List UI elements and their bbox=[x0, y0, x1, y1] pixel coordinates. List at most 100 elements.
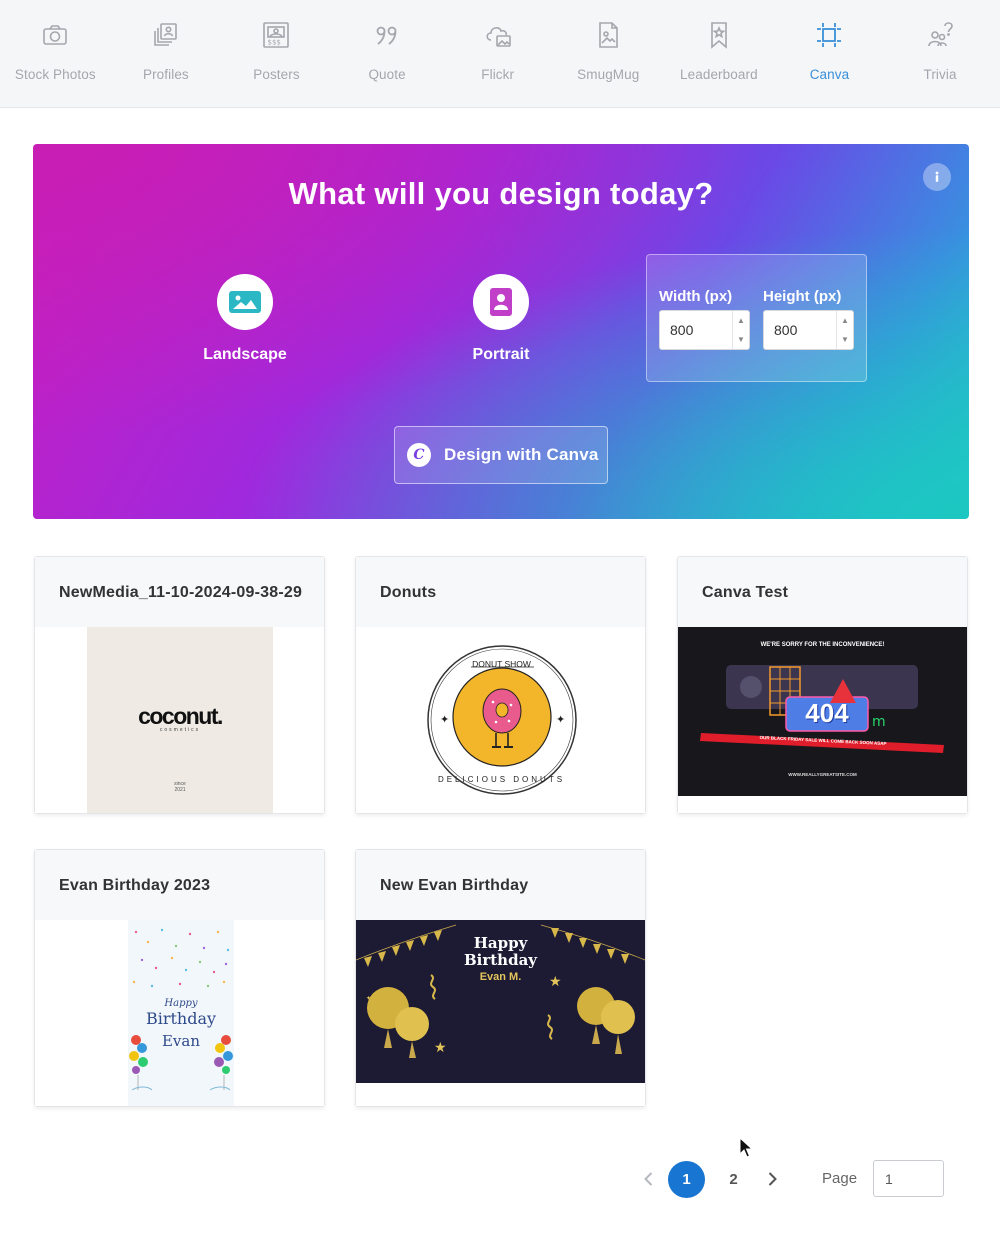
height-field-group: Height (px) 800 ▲ ▼ bbox=[763, 288, 854, 350]
quote-icon bbox=[376, 26, 397, 45]
svg-text:$$$: $$$ bbox=[268, 39, 281, 47]
landscape-circle bbox=[217, 274, 273, 330]
mouse-cursor-icon bbox=[739, 1137, 753, 1158]
design-card[interactable]: Donuts ✦ ✦ DONUT SHOW DELICIOUS DONUTS bbox=[355, 556, 646, 814]
nav-label: Posters bbox=[253, 67, 300, 82]
design-card-title: Donuts bbox=[356, 557, 645, 627]
chevron-left-icon[interactable] bbox=[640, 1170, 658, 1188]
nav-label: Canva bbox=[809, 67, 850, 82]
canva-logo-icon: C bbox=[407, 443, 431, 467]
page-2-button[interactable]: 2 bbox=[715, 1161, 752, 1198]
svg-text:✦: ✦ bbox=[440, 714, 449, 726]
nav-label: Quote bbox=[368, 67, 406, 82]
height-value: 800 bbox=[774, 322, 798, 338]
design-thumbnail: coconut. cosmetics since 2021 bbox=[35, 627, 324, 813]
portrait-preset[interactable]: Portrait bbox=[436, 274, 566, 364]
thumb-top-text: DONUT SHOW bbox=[472, 659, 531, 669]
nav-item-leaderboard[interactable]: Leaderboard bbox=[664, 0, 775, 108]
design-with-canva-label: Design with Canva bbox=[444, 445, 599, 464]
info-icon bbox=[935, 171, 939, 182]
pagination: 1 2 Page bbox=[0, 1160, 1000, 1200]
nav-label: Flickr bbox=[481, 67, 515, 82]
nav-item-flickr[interactable]: Flickr bbox=[442, 0, 553, 108]
design-thumbnail: Happy Birthday Evan bbox=[35, 920, 324, 1106]
canva-test-thumbnail: m WE'RE SORRY FOR THE INCONVENIENCE! 404… bbox=[678, 627, 967, 796]
nav-item-posters[interactable]: $$$ Posters bbox=[221, 0, 332, 108]
landscape-preset[interactable]: Landscape bbox=[180, 274, 310, 364]
design-with-canva-button[interactable]: C Design with Canva bbox=[394, 426, 608, 484]
width-field-group: Width (px) 800 ▲ ▼ bbox=[659, 288, 750, 350]
height-label: Height (px) bbox=[763, 288, 842, 305]
design-card-title: New Evan Birthday bbox=[356, 850, 645, 920]
coconut-thumbnail: coconut. cosmetics since 2021 bbox=[87, 627, 273, 813]
portrait-circle bbox=[473, 274, 529, 330]
portrait-label: Portrait bbox=[472, 346, 530, 363]
design-thumbnail: m WE'RE SORRY FOR THE INCONVENIENCE! 404… bbox=[678, 627, 967, 813]
cloud-image-icon bbox=[486, 27, 511, 47]
nav-item-canva[interactable]: Canva bbox=[774, 0, 885, 108]
portrait-person-icon bbox=[490, 288, 512, 316]
increment-arrow-icon[interactable]: ▲ bbox=[837, 311, 853, 330]
thumb-birthday-text: Birthday bbox=[463, 951, 538, 969]
thumb-sorry-text: WE'RE SORRY FOR THE INCONVENIENCE! bbox=[760, 642, 885, 648]
nav-item-trivia[interactable]: Trivia bbox=[885, 0, 996, 108]
design-thumbnail: ✦ ✦ DONUT SHOW DELICIOUS DONUTS bbox=[356, 627, 645, 813]
nav-item-stock-photos[interactable]: Stock Photos bbox=[0, 0, 111, 108]
image-file-icon bbox=[599, 22, 619, 48]
new-evan-birthday-thumbnail: ★ ★ ✦ Happy Birthday Evan M. bbox=[356, 920, 645, 1083]
svg-text:m: m bbox=[872, 714, 886, 730]
thumb-name-text: Evan bbox=[161, 1032, 201, 1050]
thumb-birthday-text: Birthday bbox=[145, 1009, 217, 1028]
nav-label: Stock Photos bbox=[14, 67, 96, 82]
thumb-brand-sub: cosmetics bbox=[159, 727, 201, 733]
nav-label: SmugMug bbox=[577, 67, 640, 82]
design-card[interactable]: Canva Test m WE'RE SORRY FOR THE INCONVE… bbox=[677, 556, 968, 814]
thumb-since: since 2021 bbox=[174, 781, 186, 793]
decrement-arrow-icon[interactable]: ▼ bbox=[837, 330, 853, 349]
bookmark-star-icon bbox=[711, 22, 727, 49]
width-input[interactable]: 800 ▲ ▼ bbox=[659, 310, 750, 350]
nav-item-profiles[interactable]: Profiles bbox=[111, 0, 222, 108]
height-stepper[interactable]: ▲ ▼ bbox=[836, 311, 853, 349]
thumb-happy-text: Happy bbox=[164, 998, 198, 1009]
increment-arrow-icon[interactable]: ▲ bbox=[733, 311, 749, 330]
design-card[interactable]: NewMedia_11-10-2024-09-38-29 coconut. co… bbox=[34, 556, 325, 814]
svg-text:✦: ✦ bbox=[366, 995, 371, 1002]
design-card[interactable]: Evan Birthday 2023 Happy Birthday Evan bbox=[34, 849, 325, 1107]
design-card-title: NewMedia_11-10-2024-09-38-29 bbox=[35, 557, 324, 627]
page-label: Page bbox=[822, 1170, 858, 1187]
landscape-image-icon bbox=[229, 291, 261, 313]
thumb-brand-text: coconut. bbox=[138, 703, 223, 729]
nav-item-quote[interactable]: Quote bbox=[332, 0, 443, 108]
camera-icon bbox=[43, 25, 68, 45]
design-card-title: Canva Test bbox=[678, 557, 967, 627]
nav-label: Leaderboard bbox=[680, 67, 758, 82]
profiles-icon bbox=[154, 23, 177, 46]
width-stepper[interactable]: ▲ ▼ bbox=[732, 311, 749, 349]
height-input[interactable]: 800 ▲ ▼ bbox=[763, 310, 854, 350]
design-hero-panel: What will you design today? Landscape Po… bbox=[33, 144, 969, 519]
evan-birthday-thumbnail: Happy Birthday Evan bbox=[128, 920, 234, 1106]
design-card-title: Evan Birthday 2023 bbox=[35, 850, 324, 920]
custom-dimensions-panel: Width (px) 800 ▲ ▼ Height (px) 800 ▲ ▼ bbox=[646, 254, 867, 382]
info-button[interactable] bbox=[923, 163, 951, 191]
chevron-right-icon[interactable] bbox=[763, 1170, 781, 1188]
svg-text:★: ★ bbox=[434, 1039, 447, 1055]
top-nav: Stock Photos Profiles $$$ Posters Quote … bbox=[0, 0, 1000, 108]
page-number-input[interactable] bbox=[873, 1160, 944, 1197]
decrement-arrow-icon[interactable]: ▼ bbox=[733, 330, 749, 349]
svg-text:✦: ✦ bbox=[556, 714, 565, 726]
page-1-button[interactable]: 1 bbox=[668, 1161, 705, 1198]
hero-title: What will you design today? bbox=[288, 176, 714, 211]
canva-frame-icon bbox=[817, 23, 842, 47]
thumb-url-text: WWW.REALLYGREATSITE.COM bbox=[788, 772, 857, 777]
poster-icon: $$$ bbox=[263, 22, 290, 48]
nav-label: Trivia bbox=[923, 67, 957, 82]
width-value: 800 bbox=[670, 322, 694, 338]
nav-label: Profiles bbox=[142, 67, 189, 82]
thumb-404-text: 404 bbox=[805, 698, 849, 728]
design-card[interactable]: New Evan Birthday ★ ★ ✦ Happy Birthday E… bbox=[355, 849, 646, 1107]
design-thumbnail: ★ ★ ✦ Happy Birthday Evan M. bbox=[356, 920, 645, 1106]
nav-item-smugmug[interactable]: SmugMug bbox=[553, 0, 664, 108]
thumb-name-text: Evan M. bbox=[479, 971, 522, 983]
